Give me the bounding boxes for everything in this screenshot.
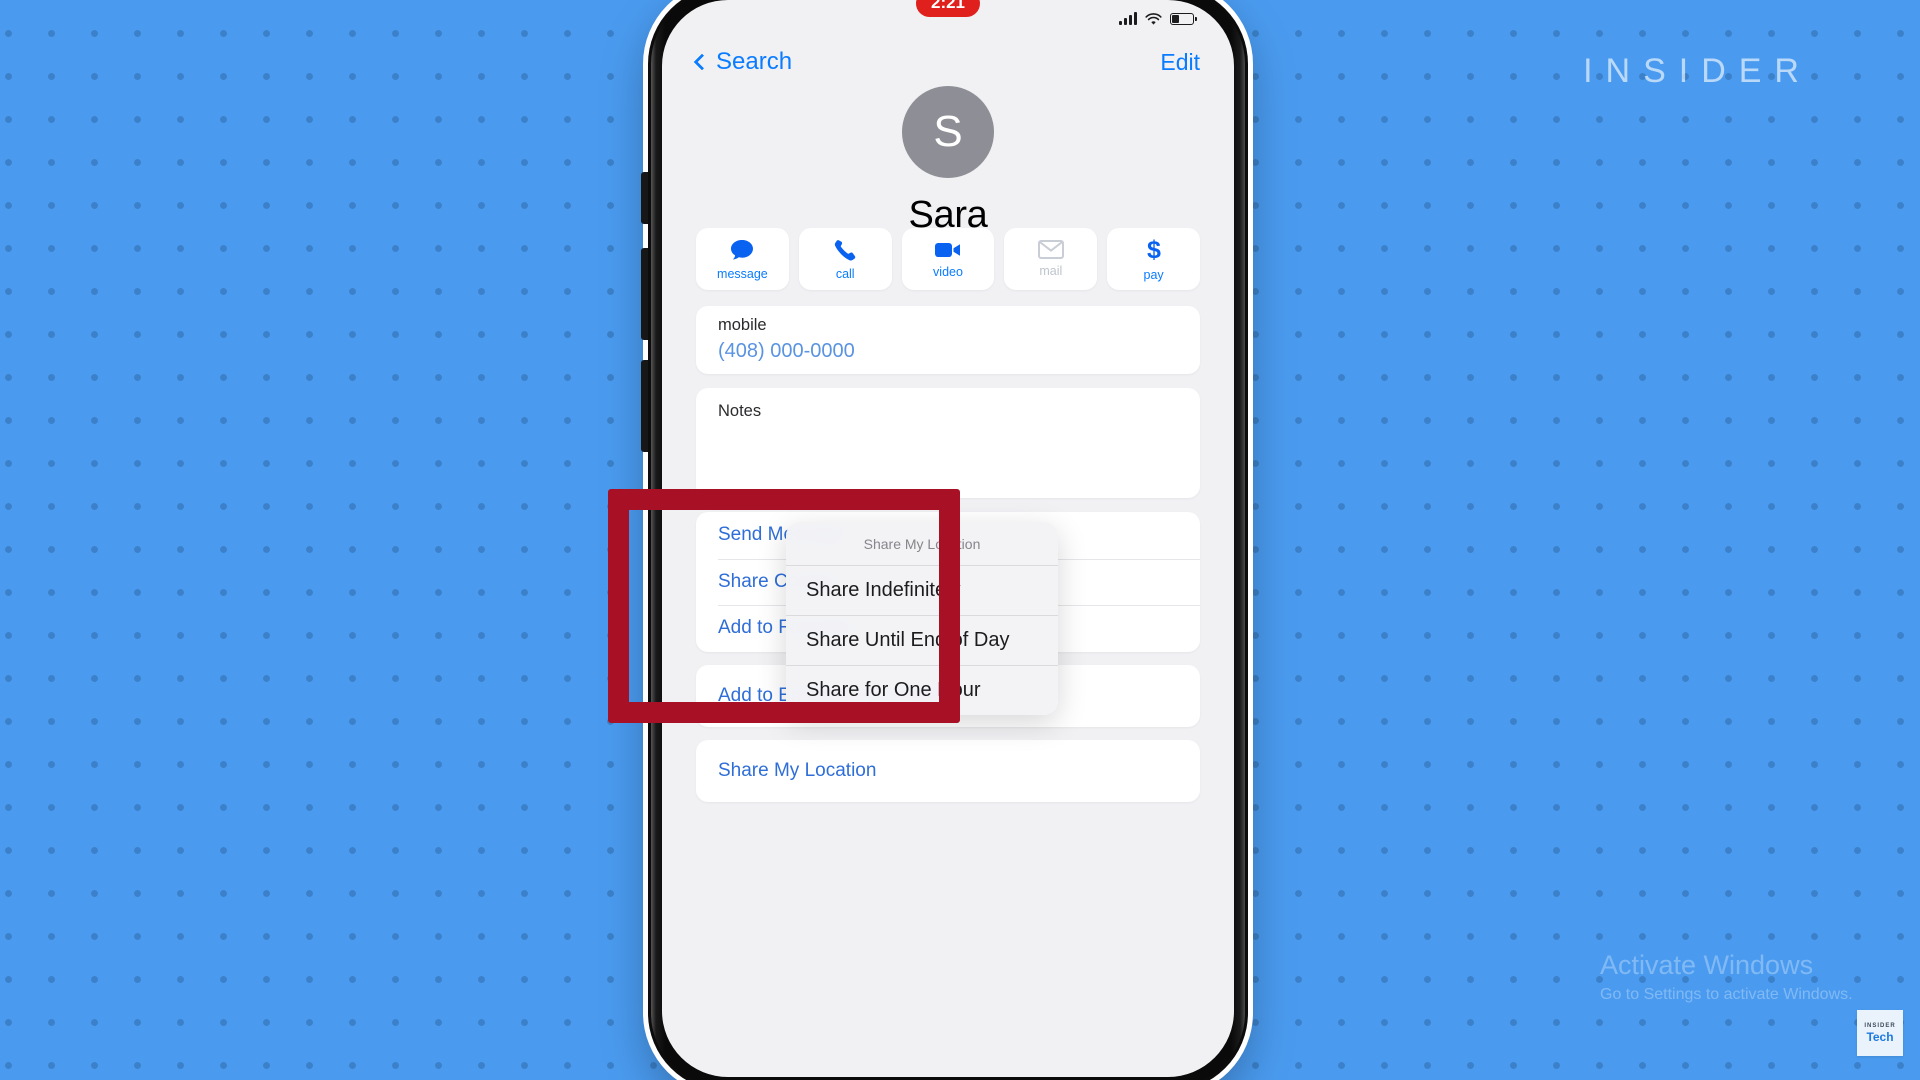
action-pay-button[interactable]: $ pay	[1107, 228, 1200, 290]
insider-tech-logo-badge: INSIDER Tech	[1857, 1010, 1903, 1056]
chevron-left-icon	[693, 53, 711, 71]
action-call-label: call	[835, 266, 855, 281]
cellular-signal-icon	[1119, 12, 1137, 25]
dollar-sign-icon: $	[1147, 237, 1161, 263]
notes-label: Notes	[718, 402, 762, 420]
contact-actions-list-3: Share My Location	[696, 740, 1200, 802]
navigation-bar: Search Edit	[662, 40, 1234, 84]
share-until-end-of-day-option[interactable]: Share Until End of Day	[786, 616, 1058, 666]
action-pay-label: pay	[1143, 267, 1164, 282]
share-location-action-sheet: Share My Location Share Indefinitely Sha…	[786, 522, 1058, 715]
status-bar-indicators	[1119, 12, 1197, 26]
recording-time-pill: 2:21	[915, 0, 981, 17]
battery-icon	[1170, 13, 1197, 25]
svg-text:$: $	[1147, 237, 1161, 263]
phone-handset-icon	[835, 239, 856, 261]
message-bubble-icon	[731, 239, 754, 259]
action-sheet-title: Share My Location	[786, 522, 1058, 566]
action-mail-button: mail	[1004, 228, 1098, 290]
action-call-button[interactable]: call	[798, 228, 892, 290]
action-message-button[interactable]: message	[696, 228, 789, 290]
activate-windows-watermark: Activate Windows Go to Settings to activ…	[1600, 950, 1853, 1004]
action-mail-label: mail	[1039, 264, 1063, 278]
edit-button[interactable]: Edit	[1160, 49, 1200, 76]
phone-label: mobile	[718, 316, 767, 334]
video-camera-icon	[934, 242, 960, 257]
contact-avatar[interactable]: S	[902, 86, 994, 178]
phone-number-card[interactable]: mobile (408) 000-0000	[696, 306, 1200, 374]
avatar-initial: S	[933, 107, 963, 156]
envelope-icon	[1037, 240, 1064, 259]
action-video-label: video	[933, 264, 963, 279]
phone-number-value[interactable]: (408) 000-0000	[718, 340, 1178, 363]
share-for-one-hour-option[interactable]: Share for One Hour	[786, 666, 1058, 715]
action-video-button[interactable]: video	[901, 228, 995, 290]
back-button-label: Search	[716, 48, 793, 75]
activate-windows-subtitle: Go to Settings to activate Windows.	[1600, 986, 1853, 1004]
action-message-label: message	[717, 266, 768, 281]
iphone-device-frame: 2:21 Search Edit S Sara message call vid…	[641, 0, 1248, 1080]
wifi-icon	[1145, 12, 1162, 25]
mute-switch-button[interactable]	[641, 172, 648, 224]
quick-actions-row: message call video mail $ pay	[696, 228, 1200, 290]
activate-windows-title: Activate Windows	[1600, 950, 1814, 980]
phone-screen: 2:21 Search Edit S Sara message call vid…	[662, 0, 1234, 1077]
share-my-location-row[interactable]: Share My Location	[696, 740, 1200, 802]
volume-down-button[interactable]	[641, 360, 648, 452]
contact-header: S Sara	[662, 86, 1234, 237]
badge-top-label: INSIDER	[1864, 1022, 1896, 1029]
notes-card[interactable]: Notes	[696, 388, 1200, 498]
back-to-search-button[interactable]: Search	[693, 48, 793, 76]
insider-watermark: INSIDER	[1583, 52, 1812, 90]
status-bar: 2:21	[662, 0, 1234, 36]
share-indefinitely-option[interactable]: Share Indefinitely	[786, 566, 1058, 616]
badge-bottom-label: Tech	[1866, 1029, 1894, 1044]
volume-up-button[interactable]	[641, 248, 648, 340]
